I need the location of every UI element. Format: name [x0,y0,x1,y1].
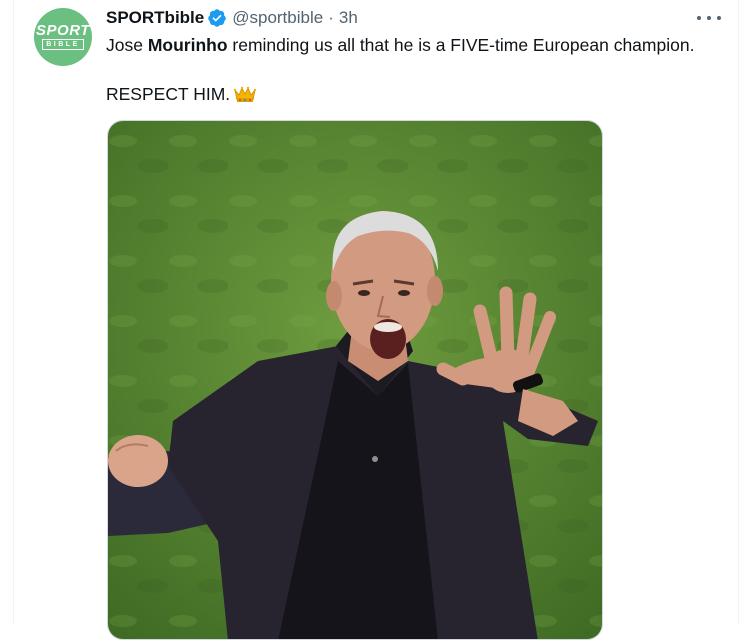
photo-illustration [108,121,602,639]
more-horizontal-icon[interactable] [697,8,721,28]
tweet-text-line-1: Jose Mourinho reminding us all that he i… [106,33,694,57]
avatar[interactable]: SPORT BIBLE [34,8,92,66]
tweet-media-photo[interactable] [107,120,603,640]
tweet-text-pre: Jose [106,35,148,55]
tweet-text-line-2: RESPECT HIM. [106,82,257,106]
tweet-text-post: reminding us all that he is a FIVE-time … [227,35,695,55]
avatar-logo-sport: SPORT [36,21,90,39]
more-dot [707,16,711,20]
more-dot [717,16,721,20]
tweet-text-bold-name: Mourinho [147,35,228,55]
avatar-logo-bible: BIBLE [42,38,84,50]
tweet-header: SPORTbible @sportbible · 3h [106,6,358,30]
more-dot [697,16,701,20]
tweet-text-respect: RESPECT HIM. [106,84,231,104]
verified-badge-icon [208,9,226,27]
crown-emoji [234,86,257,102]
user-handle[interactable]: @sportbible [232,8,323,28]
timeline-left-border [13,0,14,624]
display-name[interactable]: SPORTbible [106,8,204,28]
separator-dot: · [328,8,334,27]
tweet-timestamp[interactable]: 3h [339,8,358,28]
timeline-right-border [738,0,739,624]
